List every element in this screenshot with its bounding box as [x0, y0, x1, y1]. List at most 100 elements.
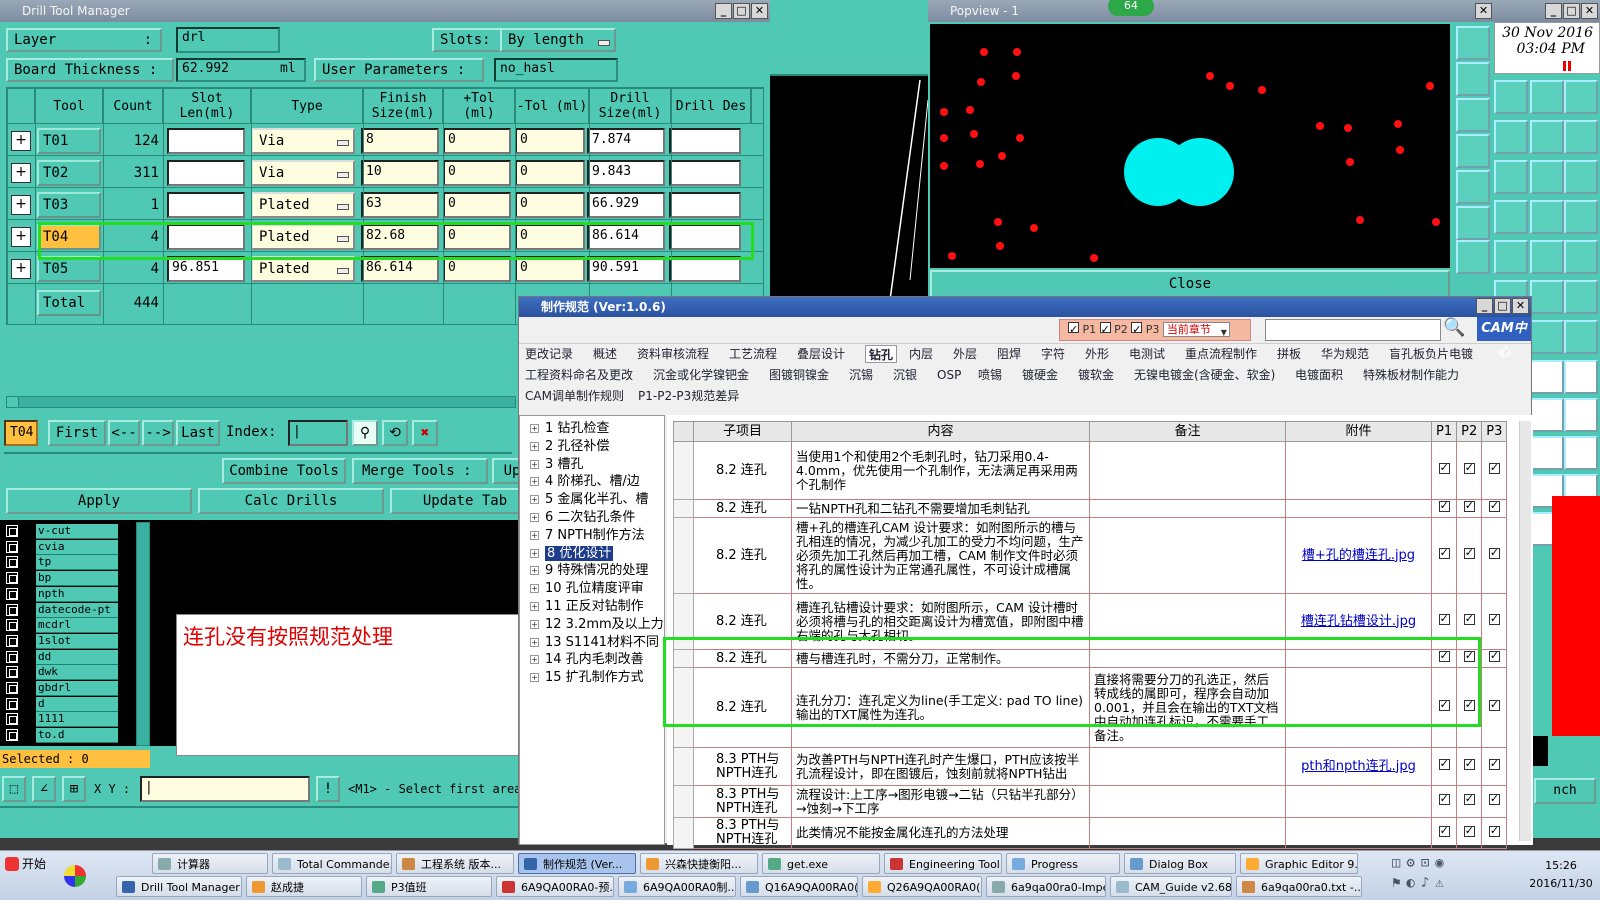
flip-icon-r[interactable]	[1564, 398, 1598, 432]
tab-item[interactable]: 华为规范	[1321, 345, 1369, 363]
tree-chapter-2[interactable]: +2 孔径补偿	[530, 438, 609, 456]
fit-all-icon[interactable]	[1456, 206, 1490, 240]
priority-checkbox[interactable]	[1438, 461, 1450, 475]
expand-row-button[interactable]: +	[11, 259, 31, 279]
drill-des-input[interactable]	[669, 128, 741, 154]
ruler-icon-b[interactable]	[1530, 320, 1564, 354]
p2-checkbox[interactable]	[1099, 320, 1111, 340]
split-icon-c[interactable]	[1564, 280, 1598, 314]
row-handle[interactable]	[673, 517, 694, 594]
table-scrollbar[interactable]	[1519, 421, 1531, 841]
layer-checkbox[interactable]	[6, 572, 18, 585]
scope-select[interactable]: 当前章节 ▼	[1162, 322, 1230, 337]
layer-list-item[interactable]: datecode-pt	[6, 602, 118, 618]
layers-icon-c[interactable]	[1564, 120, 1598, 154]
layer-checkbox[interactable]	[6, 666, 18, 679]
priority-checkbox[interactable]	[1463, 612, 1475, 626]
layer-list-item[interactable]: dwk	[6, 665, 118, 681]
layer-checkbox[interactable]	[6, 713, 18, 726]
spec-max-button[interactable]: □	[1494, 298, 1511, 314]
finish-size-input[interactable]: 8	[361, 128, 439, 154]
expand-icon[interactable]: +	[530, 424, 539, 433]
tab-item[interactable]: 外形	[1085, 345, 1109, 363]
expand-icon[interactable]: +	[530, 673, 539, 683]
layer-checkbox[interactable]	[6, 650, 18, 663]
priority-checkbox[interactable]	[1488, 757, 1500, 771]
taskbar-item[interactable]: 制作规范 (Ver...	[518, 853, 636, 874]
priority-checkbox[interactable]	[1463, 757, 1475, 771]
tab-item[interactable]: 沉锡	[849, 366, 873, 384]
layer-checkbox[interactable]	[6, 603, 18, 616]
minimize-button[interactable]: _	[715, 3, 732, 19]
tree-chapter-5[interactable]: +5 金属化半孔、槽	[530, 491, 648, 509]
tab-item[interactable]: 镀硬金	[1022, 366, 1058, 384]
layer-field[interactable]: drl	[176, 27, 280, 53]
tab-item[interactable]: 电测试	[1129, 345, 1165, 363]
expand-icon[interactable]: +	[530, 584, 539, 594]
dot-icon[interactable]	[1530, 360, 1564, 394]
tab-item[interactable]: 拼板	[1277, 345, 1301, 363]
drill-size-input[interactable]: 66.929	[587, 192, 665, 218]
locate-icon[interactable]: ⚲	[352, 420, 378, 446]
next-button[interactable]: -->	[142, 420, 174, 446]
tree-chapter-7[interactable]: +7 NPTH制作方法	[530, 527, 645, 545]
expand-icon[interactable]: +	[530, 637, 539, 647]
expand-icon[interactable]: +	[530, 655, 539, 665]
priority-checkbox[interactable]	[1463, 792, 1475, 806]
plus-tol-input[interactable]: 0	[443, 128, 511, 154]
home-icon-b[interactable]	[1530, 80, 1564, 114]
apply-button[interactable]: Apply	[6, 488, 192, 514]
drill-icon[interactable]	[1530, 398, 1564, 432]
layer-list-item[interactable]: 1slot	[6, 633, 118, 649]
zoom-in-icon[interactable]	[1456, 62, 1490, 96]
route-icon-b[interactable]	[1530, 160, 1564, 194]
search-icon[interactable]: 🔍	[1443, 317, 1467, 341]
tool-name[interactable]: T02	[37, 160, 101, 186]
calc-drills-button[interactable]: Calc Drills	[198, 488, 384, 514]
attachment-link[interactable]	[1285, 817, 1432, 849]
tab-item[interactable]: 工艺流程	[729, 345, 777, 363]
rp-max-button[interactable]: □	[1563, 3, 1580, 19]
attachment-link[interactable]: 槽+孔的槽连孔.jpg	[1285, 517, 1432, 594]
priority-checkbox[interactable]	[1463, 501, 1475, 513]
spec-close-button[interactable]: ✕	[1512, 298, 1529, 314]
taskbar-item[interactable]: Progress	[1006, 853, 1120, 874]
copy-icon-r[interactable]	[1564, 436, 1598, 470]
tool-name[interactable]: T03	[37, 192, 101, 218]
tree-chapter-4[interactable]: +4 阶梯孔、槽/边	[530, 473, 640, 491]
layer-list-item[interactable]: v-cut	[6, 524, 118, 539]
priority-checkbox[interactable]	[1463, 546, 1475, 560]
home-icon-c[interactable]	[1564, 80, 1598, 114]
popview-close-button[interactable]: ✕	[1475, 3, 1492, 19]
priority-checkbox[interactable]	[1488, 501, 1500, 513]
minus-tol-input[interactable]: 0	[515, 128, 585, 154]
taskbar-item[interactable]: 计算器	[152, 853, 268, 874]
tab-item[interactable]: 盲孔板负片电镀	[1389, 345, 1473, 363]
tab-item[interactable]: 字符	[1041, 345, 1065, 363]
layer-checkbox[interactable]	[6, 729, 18, 742]
home-icon-a[interactable]	[1494, 80, 1528, 114]
index-input[interactable]: |	[288, 420, 348, 446]
type-select[interactable]: Plated	[251, 192, 355, 218]
refresh-icon[interactable]: ⟲	[382, 420, 408, 446]
taskbar-item[interactable]: Drill Tool Manager	[116, 876, 242, 897]
taskbar-item[interactable]: CAM_Guide v2.68	[1110, 876, 1232, 897]
layer-checkbox[interactable]	[6, 540, 18, 553]
p1-checkbox[interactable]	[1068, 320, 1079, 340]
priority-checkbox[interactable]	[1488, 546, 1500, 560]
help-icon-c[interactable]	[1564, 200, 1598, 234]
tray-icons[interactable]: ◫⚙⊡◉ ⚑◐♪⚠	[1392, 853, 1522, 897]
xy-input[interactable]: |	[140, 776, 310, 802]
plus-tol-input[interactable]: 0	[443, 192, 511, 218]
spec-min-button[interactable]: _	[1476, 298, 1493, 314]
board-thickness-field[interactable]: 62.992 ml	[176, 58, 306, 82]
layers-icon-a[interactable]	[1494, 120, 1528, 154]
windows-orb-icon[interactable]	[64, 865, 86, 887]
layer-list-item[interactable]: tp	[6, 555, 118, 571]
drill-icon-r[interactable]	[1564, 360, 1598, 394]
tab-item[interactable]: 沉金或化学镍钯金	[653, 366, 749, 384]
layers-icon-b[interactable]	[1530, 120, 1564, 154]
row-handle[interactable]	[673, 785, 694, 818]
tab-item[interactable]: 更改记录	[525, 345, 573, 363]
layer-checkbox[interactable]	[6, 587, 18, 600]
